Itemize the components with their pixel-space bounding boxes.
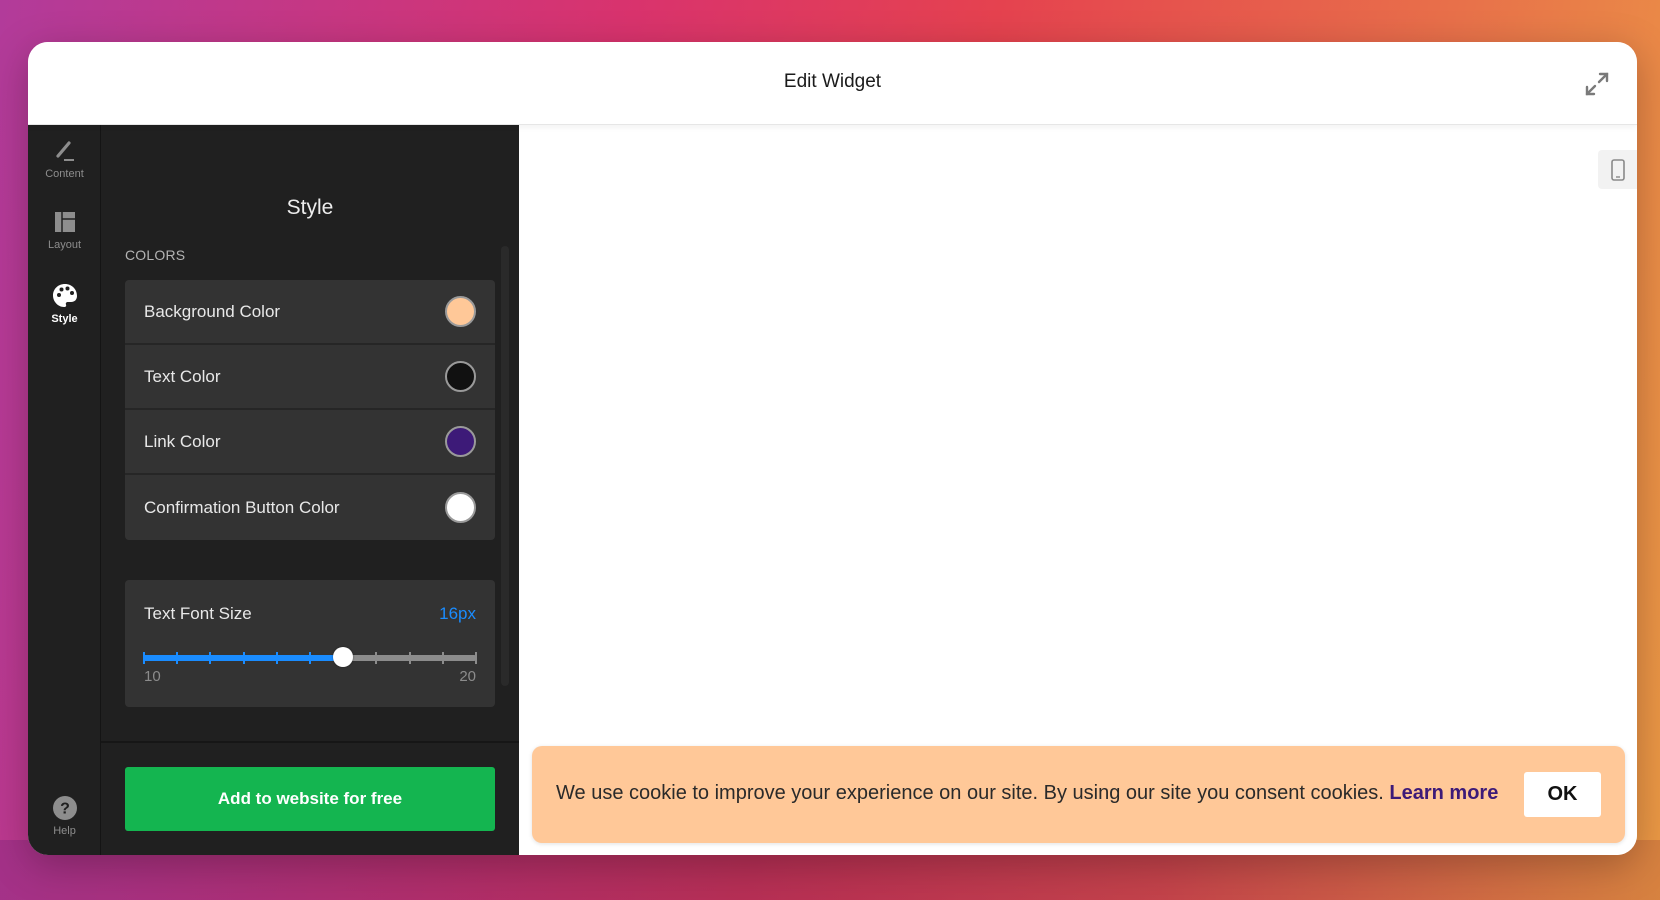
- cookie-banner: We use cookie to improve your experience…: [532, 746, 1625, 843]
- modal-title: Edit Widget: [783, 71, 882, 92]
- rail-item-help[interactable]: ? Help: [28, 794, 101, 837]
- slider-thumb[interactable]: [333, 647, 354, 667]
- slider-tick: [143, 652, 145, 664]
- ok-button[interactable]: OK: [1524, 772, 1601, 817]
- slider-tick: [275, 652, 278, 664]
- slider-tick: [375, 652, 378, 664]
- learn-more-link[interactable]: Learn more: [1389, 782, 1498, 804]
- rail-item-style[interactable]: Style: [28, 282, 101, 325]
- color-row-text[interactable]: Text Color: [125, 345, 495, 410]
- rail-label: Content: [45, 168, 84, 180]
- color-swatch[interactable]: [445, 492, 476, 523]
- color-label: Link Color: [144, 431, 221, 451]
- svg-text:?: ?: [60, 801, 70, 818]
- color-label: Confirmation Button Color: [144, 497, 340, 517]
- expand-arrows-icon: [1585, 72, 1609, 96]
- rail-label: Layout: [47, 239, 82, 251]
- font-size-card: Text Font Size 16px 10 20: [125, 580, 495, 707]
- cookie-message: We use cookie to improve your experience…: [556, 782, 1498, 805]
- font-size-label: Text Font Size: [144, 604, 252, 623]
- color-row-confirmation-button[interactable]: Confirmation Button Color: [125, 475, 495, 540]
- color-swatch[interactable]: [445, 361, 476, 392]
- panel-title: Style: [286, 196, 334, 219]
- left-rail: Content Layout Style ? Help: [28, 125, 101, 855]
- slider-min-label: 10: [144, 668, 161, 685]
- slider-tick: [475, 652, 477, 664]
- slider-tick: [408, 652, 411, 664]
- rail-item-content[interactable]: Content: [28, 137, 101, 180]
- font-size-value: 16px: [439, 604, 476, 623]
- add-to-website-button[interactable]: Add to website for free: [125, 767, 495, 831]
- color-swatch[interactable]: [445, 296, 476, 327]
- color-label: Text Color: [144, 366, 221, 386]
- pencil-icon: [55, 141, 74, 161]
- palette-icon: [52, 284, 77, 307]
- panel-scrollbar[interactable]: [501, 246, 509, 686]
- rail-label: Help: [53, 825, 76, 837]
- modal-header: Edit Widget: [28, 42, 1637, 125]
- help-icon: ?: [52, 796, 77, 820]
- slider-tick: [242, 652, 245, 664]
- style-panel: Style COLORS Background Color Text Color…: [101, 125, 519, 855]
- mobile-preview-button[interactable]: [1598, 150, 1637, 189]
- slider-tick: [176, 652, 179, 664]
- color-row-background[interactable]: Background Color: [125, 280, 495, 345]
- color-swatch[interactable]: [445, 426, 476, 457]
- slider-max-label: 20: [459, 668, 476, 685]
- slider-tick: [441, 652, 444, 664]
- color-row-link[interactable]: Link Color: [125, 410, 495, 475]
- edit-widget-modal: Edit Widget Content Layout Style ? Help …: [28, 42, 1637, 855]
- font-size-slider[interactable]: [143, 647, 477, 667]
- slider-tick: [309, 652, 311, 664]
- colors-card: Background Color Text Color Link Color C…: [125, 280, 495, 540]
- expand-button[interactable]: [1581, 68, 1613, 100]
- widget-preview: We use cookie to improve your experience…: [519, 125, 1637, 855]
- slider-tick: [209, 652, 212, 664]
- layout-icon: [54, 212, 75, 232]
- cookie-text: We use cookie to improve your experience…: [556, 782, 1390, 804]
- color-label: Background Color: [144, 301, 281, 321]
- panel-footer: Add to website for free: [101, 741, 519, 855]
- rail-item-layout[interactable]: Layout: [28, 208, 101, 251]
- colors-section-label: COLORS: [125, 247, 186, 263]
- mobile-device-icon: [1610, 158, 1625, 181]
- rail-label: Style: [51, 313, 78, 325]
